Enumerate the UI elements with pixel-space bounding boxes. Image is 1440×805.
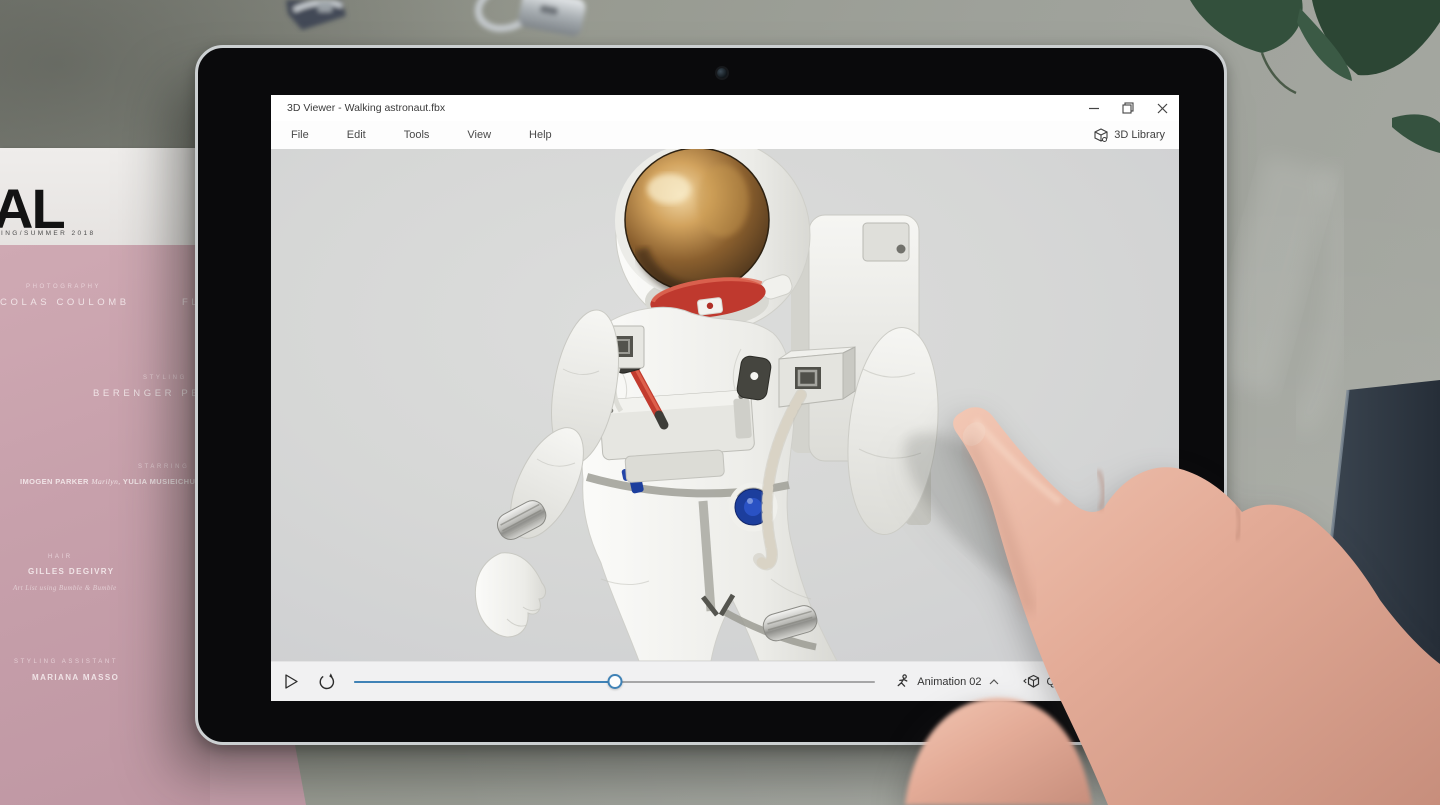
- desk-scene: AL ING/SUMMER 2018 PHOTOGRAPHY COLAS COU…: [0, 0, 1440, 805]
- blurred-finger: [905, 697, 1092, 805]
- pointing-hand: [904, 407, 1440, 805]
